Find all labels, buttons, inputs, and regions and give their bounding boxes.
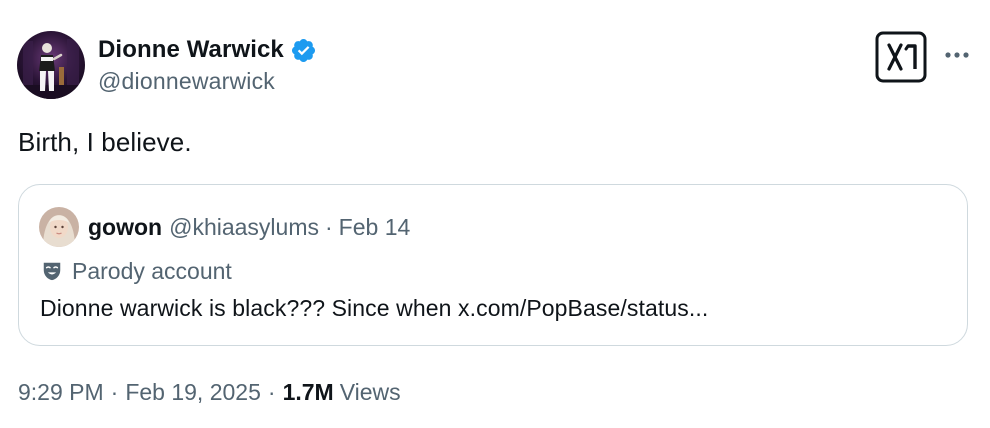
- quoted-author-name: gowon: [88, 213, 163, 240]
- quoted-author-avatar[interactable]: [39, 207, 79, 247]
- author-handle[interactable]: @dionnewarwick: [98, 68, 275, 95]
- more-options-button[interactable]: [942, 37, 972, 73]
- author-avatar-image: [17, 31, 85, 99]
- meta-separator: ·: [267, 378, 276, 405]
- views-count[interactable]: 1.7M: [283, 379, 334, 406]
- x-logo-icon[interactable]: [875, 31, 927, 83]
- parody-badge: Parody account: [41, 255, 232, 287]
- quoted-tweet-header: gowon @khiaasylums · Feb 14: [39, 207, 410, 247]
- meta-separator: ·: [110, 378, 119, 405]
- quoted-tweet-text: Dionne warwick is black??? Since when x.…: [40, 295, 709, 321]
- parody-mask-icon: [43, 262, 61, 281]
- verified-badge-icon[interactable]: [290, 37, 317, 64]
- tweet-meta: 9:29 PM · Feb 19, 2025 · 1.7M Views: [18, 376, 401, 408]
- tweet-date[interactable]: Feb 19, 2025: [125, 379, 261, 406]
- author-name[interactable]: Dionne Warwick: [98, 36, 284, 64]
- author-name-row: Dionne Warwick: [98, 34, 317, 66]
- quoted-author-handle: @khiaasylums: [169, 213, 319, 240]
- quoted-tweet-card[interactable]: gowon @khiaasylums · Feb 14 Parody accou…: [18, 184, 968, 346]
- more-horizontal-icon: [945, 52, 969, 58]
- views-label[interactable]: Views: [340, 379, 401, 406]
- author-avatar[interactable]: [17, 31, 85, 99]
- quoted-separator: ·: [325, 213, 333, 240]
- quoted-date: Feb 14: [338, 213, 411, 240]
- tweet-time[interactable]: 9:29 PM: [18, 379, 104, 406]
- quoted-author-avatar-image: [39, 207, 79, 247]
- tweet-text: Birth, I believe.: [18, 127, 192, 157]
- parody-label: Parody account: [72, 257, 232, 284]
